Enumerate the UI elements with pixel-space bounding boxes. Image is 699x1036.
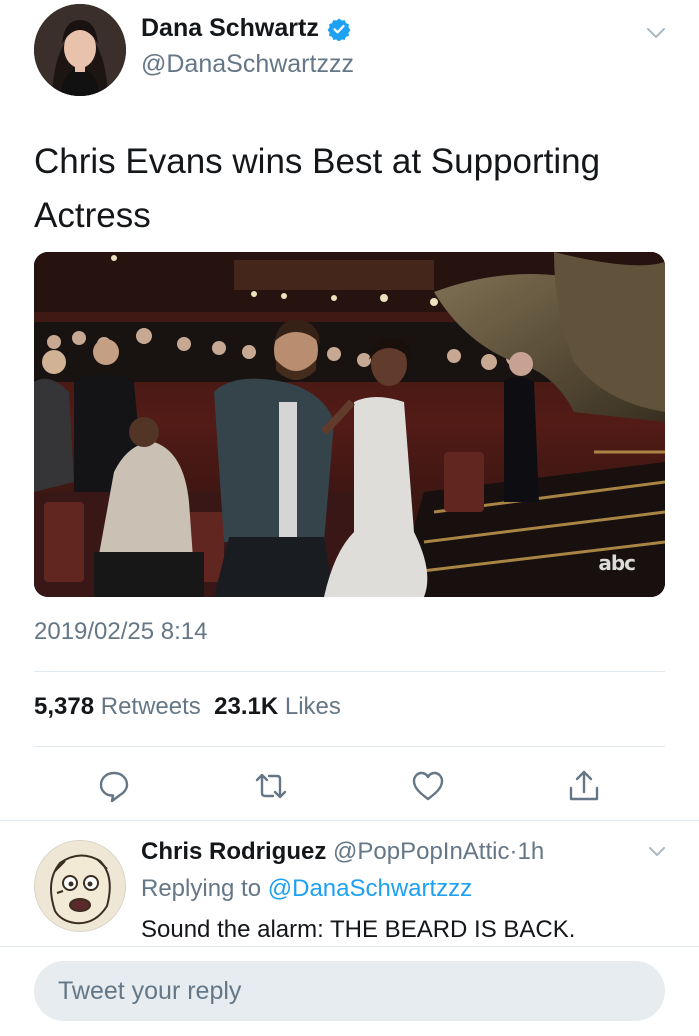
share-icon[interactable] — [566, 768, 602, 804]
reply-text: Sound the alarm: THE BEARD IS BACK. — [141, 916, 576, 943]
divider — [34, 671, 665, 672]
replying-to-line: Replying to @DanaSchwartzzz — [141, 875, 472, 903]
retweet-label: Retweets — [100, 693, 201, 720]
reply-input[interactable]: Tweet your reply — [34, 961, 665, 1021]
author-name[interactable]: Dana Schwartz — [141, 14, 351, 43]
verified-badge-icon — [327, 17, 351, 41]
replying-prefix: Replying to — [141, 875, 262, 902]
reply-icon[interactable] — [96, 768, 132, 804]
tweet-text: Chris Evans wins Best at Supporting Actr… — [34, 142, 601, 235]
tweet-action-bar — [0, 760, 699, 810]
like-icon[interactable] — [410, 768, 446, 804]
tweet-timestamp: 2019/02/25 8:14 — [34, 618, 208, 645]
retweets-stat[interactable]: 5,378 Retweets — [34, 693, 201, 720]
author-handle[interactable]: @DanaSchwartzzz — [141, 50, 354, 79]
compose-bar: Tweet your reply — [0, 946, 699, 1036]
chevron-down-icon[interactable] — [645, 22, 667, 44]
tweet-stats: 5,378 Retweets 23.1K Likes — [34, 693, 341, 721]
section-divider — [0, 820, 699, 821]
reply-time: 1h — [517, 838, 545, 865]
like-count: 23.1K — [214, 693, 279, 720]
chevron-down-icon[interactable] — [647, 842, 667, 862]
replying-to-link[interactable]: @DanaSchwartzzz — [268, 875, 472, 902]
reply-author-avatar[interactable] — [34, 840, 126, 932]
reply-author-handle[interactable]: @PopPopInAttic — [333, 838, 509, 865]
reply-author-name[interactable]: Chris Rodriguez — [141, 838, 326, 865]
tweet-media[interactable]: abc — [34, 252, 665, 597]
reply-header: Chris Rodriguez @PopPopInAttic·1h — [141, 838, 544, 866]
retweet-count: 5,378 — [34, 693, 95, 720]
divider — [34, 746, 665, 747]
author-avatar[interactable] — [34, 4, 126, 96]
media-watermark: abc — [598, 551, 636, 575]
retweet-icon[interactable] — [253, 768, 289, 804]
author-name-text: Dana Schwartz — [141, 14, 319, 42]
like-label: Likes — [284, 693, 341, 720]
likes-stat[interactable]: 23.1K Likes — [214, 693, 341, 720]
